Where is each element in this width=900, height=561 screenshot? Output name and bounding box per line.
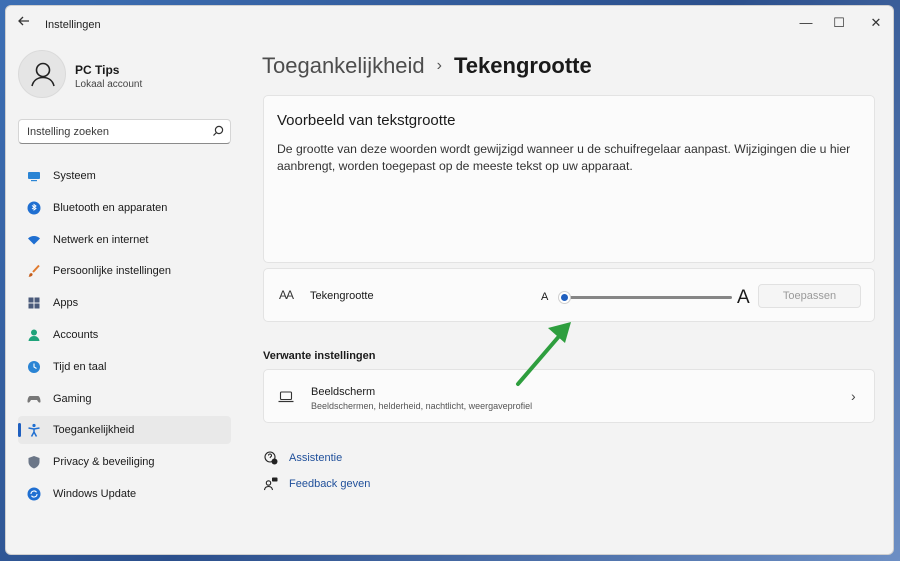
sidebar-nav: Systeem Bluetooth en apparaten Netwerk e… <box>18 162 231 512</box>
sidebar-item-label: Gaming <box>53 392 92 405</box>
breadcrumb: Toegankelijkheid › Tekengrootte <box>262 53 592 79</box>
text-size-setting-card: AA Tekengrootte A A Toepassen <box>263 268 875 322</box>
avatar[interactable] <box>18 50 66 98</box>
display-subtitle: Beeldschermen, helderheid, nachtlicht, w… <box>311 401 533 411</box>
help-link-label[interactable]: Assistentie <box>289 452 342 464</box>
app-title: Instellingen <box>45 19 101 31</box>
wifi-icon <box>28 235 40 245</box>
related-settings-heading: Verwante instellingen <box>263 350 376 362</box>
page-title: Tekengrootte <box>454 53 592 78</box>
close-button[interactable]: ✕ <box>864 11 888 35</box>
sidebar-item-apps[interactable]: Apps <box>18 289 231 317</box>
sidebar-item-label: Toegankelijkheid <box>53 424 135 437</box>
apps-icon <box>28 297 40 309</box>
sidebar-item-netwerk[interactable]: Netwerk en internet <box>18 226 231 254</box>
sidebar-item-bluetooth[interactable]: Bluetooth en apparaten <box>18 194 231 222</box>
feedback-link-label[interactable]: Feedback geven <box>289 478 370 490</box>
search-icon[interactable] <box>211 124 225 138</box>
text-size-preview-card: Voorbeeld van tekstgrootte De grootte va… <box>263 95 875 263</box>
sidebar-item-label: Persoonlijke instellingen <box>53 265 172 278</box>
search-box[interactable] <box>18 119 231 144</box>
minimize-button[interactable]: — <box>794 11 818 35</box>
sidebar-item-privacy[interactable]: Privacy & beveiliging <box>18 448 231 476</box>
gamepad-icon <box>27 395 41 403</box>
sidebar-item-label: Tijd en taal <box>53 360 107 373</box>
search-input[interactable] <box>27 124 202 140</box>
update-icon <box>27 487 41 501</box>
text-size-slider[interactable] <box>558 291 732 304</box>
feedback-icon <box>264 477 278 491</box>
settings-window: Instellingen — ☐ ✕ PC Tips Lokaal accoun… <box>5 5 894 555</box>
sidebar-item-label: Privacy & beveiliging <box>53 456 155 469</box>
sidebar-item-label: Netwerk en internet <box>53 233 149 246</box>
profile-account-type: Lokaal account <box>75 79 143 90</box>
title-bar: Instellingen — ☐ ✕ <box>6 6 893 38</box>
apply-button[interactable]: Toepassen <box>758 284 861 308</box>
breadcrumb-separator: › <box>436 57 442 74</box>
preview-title: Voorbeeld van tekstgrootte <box>277 112 456 129</box>
sidebar-item-windows-update[interactable]: Windows Update <box>18 480 231 508</box>
breadcrumb-parent[interactable]: Toegankelijkheid <box>262 53 425 78</box>
slider-max-label: A <box>737 287 750 308</box>
display-settings-card[interactable]: Beeldscherm Beeldschermen, helderheid, n… <box>263 369 875 423</box>
profile-name: PC Tips <box>75 63 120 77</box>
sidebar-item-label: Windows Update <box>53 487 137 500</box>
monitor-icon <box>28 172 40 182</box>
maximize-button[interactable]: ☐ <box>827 11 851 35</box>
sidebar-item-label: Bluetooth en apparaten <box>53 201 168 214</box>
clock-globe-icon <box>28 360 40 373</box>
display-title: Beeldscherm <box>311 386 376 398</box>
text-size-label: Tekengrootte <box>310 290 374 302</box>
sidebar-item-label: Apps <box>53 297 79 310</box>
sidebar-item-tijd[interactable]: Tijd en taal <box>18 353 231 381</box>
sidebar-item-gaming[interactable]: Gaming <box>18 385 231 413</box>
accessibility-icon <box>28 424 40 438</box>
user-icon <box>31 62 55 87</box>
laptop-icon <box>278 391 294 403</box>
text-size-icon: AA <box>279 288 294 302</box>
sidebar-item-accounts[interactable]: Accounts <box>18 321 231 349</box>
chevron-right-icon: › <box>851 388 856 404</box>
back-arrow-icon[interactable] <box>16 14 32 30</box>
shield-icon <box>28 456 40 469</box>
sidebar-item-label: Accounts <box>53 328 99 341</box>
preview-text: De grootte van deze woorden wordt gewijz… <box>277 142 851 173</box>
sidebar-item-label: Systeem <box>53 170 96 182</box>
slider-min-label: A <box>541 291 549 303</box>
person-icon <box>28 329 40 341</box>
bluetooth-icon <box>27 201 41 215</box>
slider-thumb[interactable] <box>558 291 571 304</box>
sidebar-item-persoonlijk[interactable]: Persoonlijke instellingen <box>18 257 231 285</box>
sidebar-item-systeem[interactable]: Systeem <box>18 162 231 190</box>
help-icon <box>264 451 278 465</box>
brush-icon <box>28 265 40 278</box>
sidebar-item-toegankelijkheid[interactable]: Toegankelijkheid <box>18 416 231 445</box>
